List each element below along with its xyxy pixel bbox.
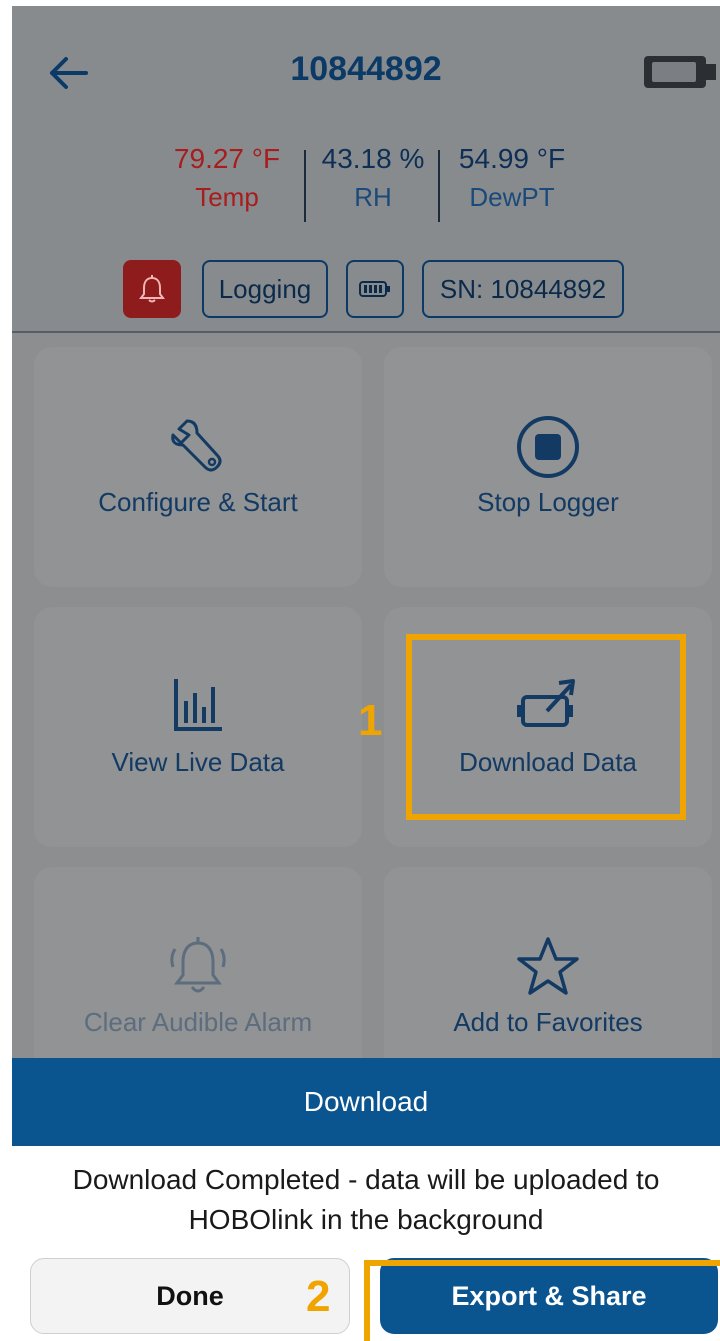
dialog-title: Download — [12, 1058, 720, 1146]
readings-row: 79.27 °F Temp 43.18 % RH 54.99 °F DewPT — [12, 140, 720, 230]
stop-logger-tile[interactable]: Stop Logger — [384, 347, 712, 587]
add-to-favorites-label: Add to Favorites — [453, 1007, 643, 1037]
rh-value: 43.18 % — [321, 143, 425, 174]
dewpoint-value: 54.99 °F — [458, 143, 566, 174]
logging-status-badge: Logging — [202, 260, 328, 318]
serial-number-badge: SN: 10844892 — [422, 260, 624, 318]
configure-start-tile[interactable]: Configure & Start — [34, 347, 362, 587]
highlight-box-download — [406, 634, 686, 820]
app-screen: 10844892 79.27 °F Temp 43.18 % RH 54.99 … — [12, 6, 720, 1341]
clear-audible-alarm-label: Clear Audible Alarm — [83, 1007, 313, 1037]
divider — [304, 150, 306, 222]
alarm-badge — [123, 260, 181, 318]
ringing-bell-icon — [34, 935, 362, 997]
configure-start-label: Configure & Start — [98, 487, 298, 517]
view-live-data-tile[interactable]: View Live Data — [34, 607, 362, 847]
dewpoint-label: DewPT — [469, 182, 555, 212]
header: 10844892 79.27 °F Temp 43.18 % RH 54.99 … — [12, 6, 720, 331]
done-button[interactable]: Done — [30, 1258, 350, 1334]
view-live-data-label: View Live Data — [111, 747, 285, 777]
temp-label: Temp — [195, 182, 259, 212]
step-2-marker: 2 — [306, 1272, 331, 1321]
page-title: 10844892 — [290, 50, 442, 88]
step-1-marker: 1 — [358, 696, 383, 745]
rh-reading: 43.18 % RH — [308, 140, 438, 216]
wrench-icon — [34, 415, 362, 477]
dialog-message: Download Completed - data will be upload… — [72, 1164, 660, 1235]
stop-logger-label: Stop Logger — [477, 487, 619, 517]
temp-value: 79.27 °F — [173, 143, 281, 174]
highlight-box-export — [364, 1260, 720, 1341]
dewpoint-reading: 54.99 °F DewPT — [442, 140, 582, 216]
bell-icon — [125, 262, 179, 316]
status-chips: Logging SN: 10844892 — [12, 260, 720, 322]
stop-icon — [384, 415, 712, 478]
battery-badge — [346, 260, 404, 318]
divider — [438, 150, 440, 222]
rh-label: RH — [354, 182, 392, 212]
star-icon — [384, 935, 712, 997]
logger-device-icon — [642, 52, 718, 92]
battery-icon — [348, 262, 402, 316]
bar-chart-icon — [34, 675, 362, 737]
temp-reading: 79.27 °F Temp — [152, 140, 302, 216]
